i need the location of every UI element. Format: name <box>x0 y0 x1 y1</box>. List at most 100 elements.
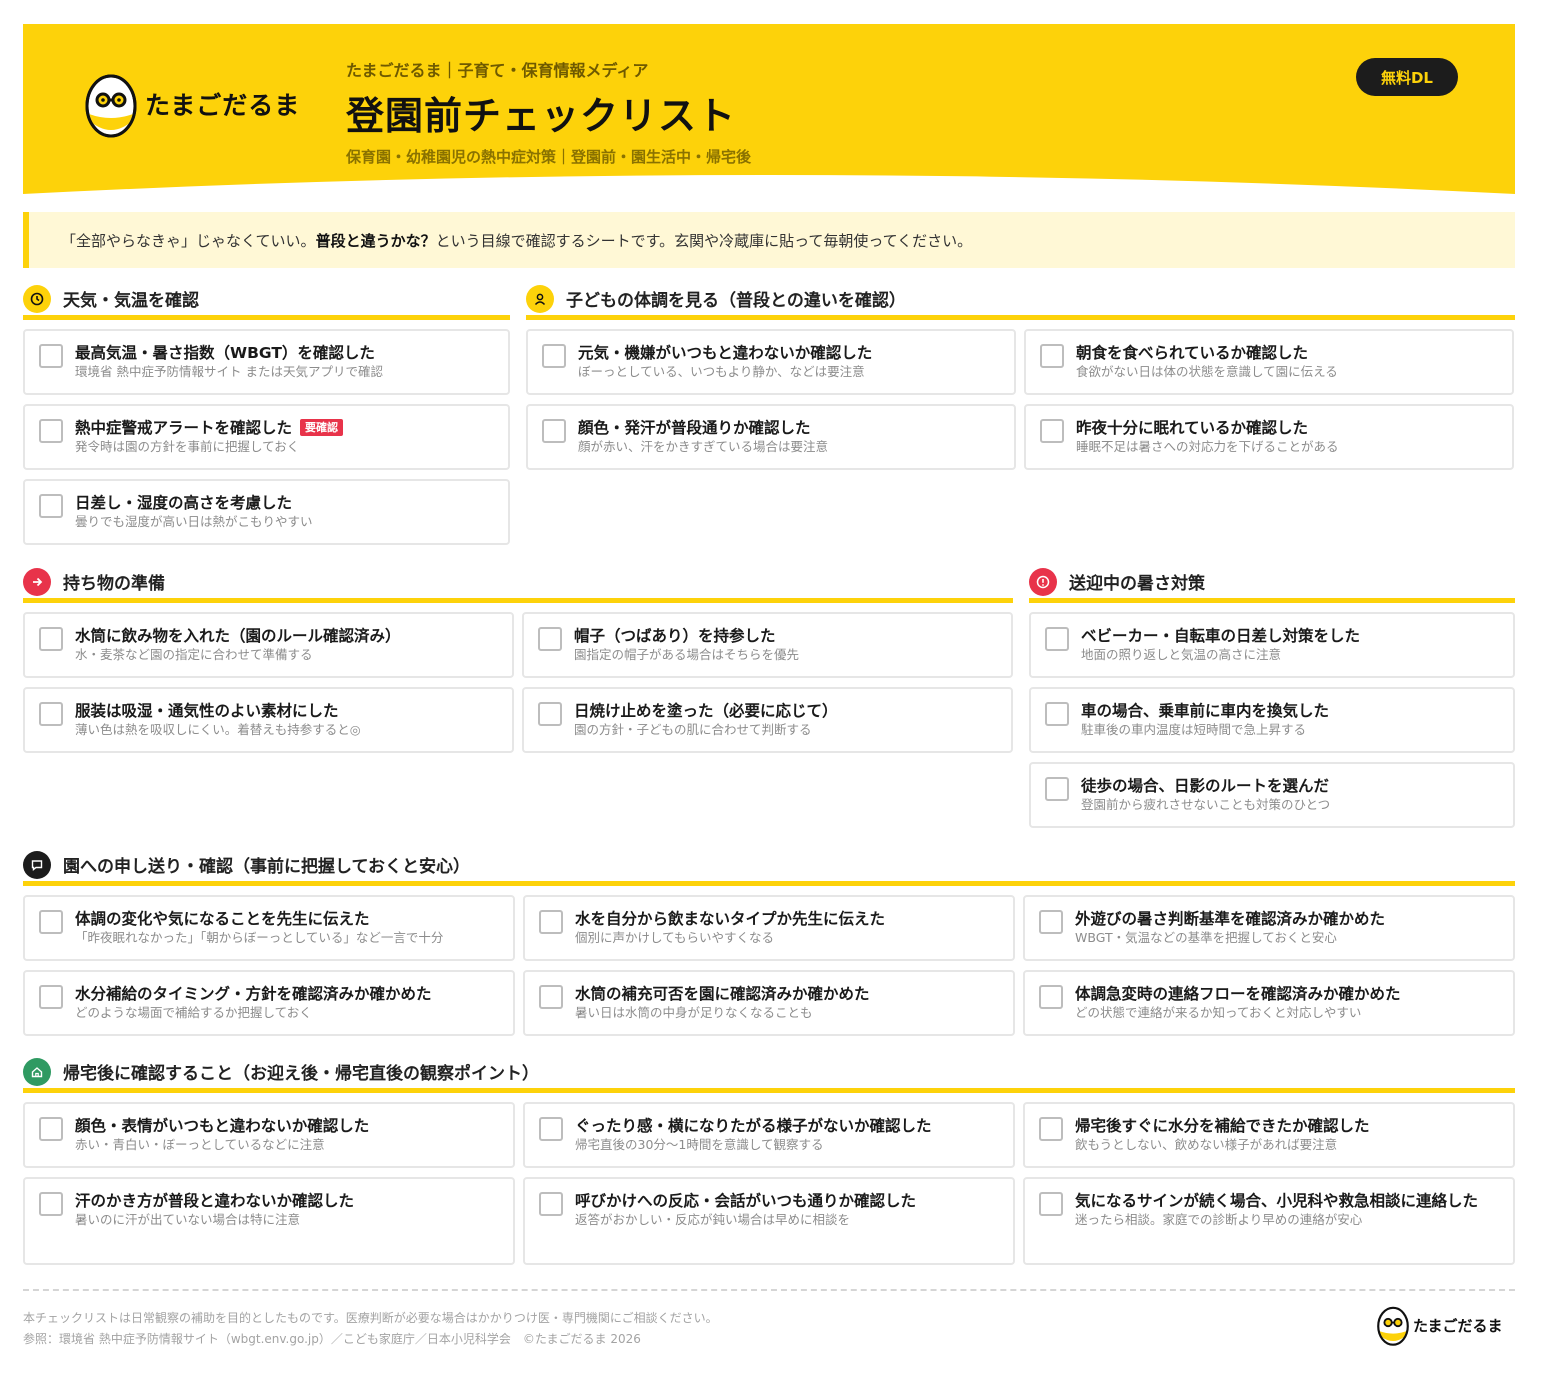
checklist-item[interactable]: 日焼け止めを塗った（必要に応じて） 園の方針・子どもの肌に合わせて判断する <box>522 687 1013 753</box>
item-title: 車の場合、乗車前に車内を換気した <box>1081 702 1330 720</box>
checkbox[interactable] <box>1039 985 1063 1009</box>
item-title-text: 熱中症警戒アラートを確認した <box>75 419 293 437</box>
checkbox[interactable] <box>538 702 562 726</box>
egg-mascot-icon <box>1377 1306 1409 1346</box>
checklist-item[interactable]: 外遊びの暑さ判断基準を確認済みか確かめた WBGT・気温などの基準を把握しておく… <box>1023 895 1515 961</box>
section-header: 帰宅後に確認すること（お迎え後・帰宅直後の観察ポイント） <box>23 1055 1515 1093</box>
checkbox[interactable] <box>1045 627 1069 651</box>
checklist-item[interactable]: 帰宅後すぐに水分を補給できたか確認した 飲もうとしない、飲めない様子があれば要注… <box>1023 1102 1515 1168</box>
checkbox[interactable] <box>542 419 566 443</box>
item-note: 発令時は園の方針を事前に把握しておく <box>75 439 300 454</box>
checklist-item[interactable]: 徒歩の場合、日影のルートを選んだ 登園前から疲れさせないことも対策のひとつ <box>1029 762 1515 828</box>
section-commute: 送迎中の暑さ対策 ベビーカー・自転車の日差し対策をした 地面の照り返しと気温の高… <box>1029 565 1515 828</box>
egg-mascot-icon <box>85 74 137 138</box>
section-header: 送迎中の暑さ対策 <box>1029 565 1515 603</box>
item-title: 日差し・湿度の高さを考慮した <box>75 494 293 512</box>
checkbox[interactable] <box>539 1192 563 1216</box>
checklist-item[interactable]: ぐったり感・横になりたがる様子がないか確認した 帰宅直後の30分〜1時間を意識し… <box>523 1102 1015 1168</box>
person-icon <box>526 284 554 313</box>
checkbox[interactable] <box>1039 910 1063 934</box>
footer-divider <box>23 1289 1515 1291</box>
checkbox[interactable] <box>1045 702 1069 726</box>
brand-logo[interactable]: たまごだるま <box>85 70 300 138</box>
checklist-item[interactable]: 顔色・発汗が普段通りか確認した 顔が赤い、汗をかきすぎている場合は要注意 <box>526 404 1016 470</box>
checklist-item[interactable]: 気になるサインが続く場合、小児科や救急相談に連絡した 迷ったら相談。家庭での診断… <box>1023 1177 1515 1265</box>
header: たまごだるま たまごだるま｜子育て・保育情報メディア 登園前チェックリスト 保育… <box>23 24 1515 204</box>
checkbox[interactable] <box>539 985 563 1009</box>
checkbox[interactable] <box>39 702 63 726</box>
required-badge: 要確認 <box>300 419 344 436</box>
item-note: 個別に声かけしてもらいやすくなる <box>575 930 775 945</box>
checklist-item[interactable]: 水を自分から飲まないタイプか先生に伝えた 個別に声かけしてもらいやすくなる <box>523 895 1015 961</box>
checkbox[interactable] <box>1040 419 1064 443</box>
checkbox[interactable] <box>1045 777 1069 801</box>
item-title: 水分補給のタイミング・方針を確認済みか確かめた <box>75 985 432 1003</box>
checkbox[interactable] <box>1039 1192 1063 1216</box>
home-icon <box>23 1057 51 1086</box>
footer-brand-logo[interactable]: たまごだるま <box>1377 1304 1503 1346</box>
checkbox[interactable] <box>39 1117 63 1141</box>
checklist-item[interactable]: 朝食を食べられているか確認した 食欲がない日は体の状態を意識して園に伝える <box>1024 329 1514 395</box>
section-title: 帰宅後に確認すること（お迎え後・帰宅直後の観察ポイント） <box>63 1064 539 1084</box>
item-note: 園の方針・子どもの肌に合わせて判断する <box>574 722 812 737</box>
item-note: どの状態で連絡が来るか知っておくと対応しやすい <box>1075 1005 1362 1020</box>
header-wave <box>23 175 1515 204</box>
checkbox[interactable] <box>539 1117 563 1141</box>
checklist-item[interactable]: 体調の変化や気になることを先生に伝えた 「昨夜眠れなかった」「朝からぼーっとして… <box>23 895 515 961</box>
checklist-item[interactable]: 水分補給のタイミング・方針を確認済みか確かめた どのような場面で補給するか把握し… <box>23 970 515 1036</box>
checklist-item[interactable]: 日差し・湿度の高さを考慮した 曇りでも湿度が高い日は熱がこもりやすい <box>23 479 510 545</box>
section-header: 子どもの体調を見る（普段との違いを確認） <box>526 282 1515 320</box>
checkbox[interactable] <box>39 627 63 651</box>
item-note: 返答がおかしい・反応が鈍い場合は早めに相談を <box>575 1212 851 1227</box>
item-title: 帰宅後すぐに水分を補給できたか確認した <box>1075 1117 1370 1135</box>
checkbox[interactable] <box>39 419 63 443</box>
checkbox[interactable] <box>39 910 63 934</box>
checklist-item[interactable]: 体調急変時の連絡フローを確認済みか確かめた どの状態で連絡が来るか知っておくと対… <box>1023 970 1515 1036</box>
download-button[interactable]: 無料DL <box>1356 58 1458 96</box>
item-title: 徒歩の場合、日影のルートを選んだ <box>1081 777 1330 795</box>
item-title: 昨夜十分に眠れているか確認した <box>1076 419 1309 437</box>
item-note: 曇りでも湿度が高い日は熱がこもりやすい <box>75 514 313 529</box>
checklist-item[interactable]: ベビーカー・自転車の日差し対策をした 地面の照り返しと気温の高さに注意 <box>1029 612 1515 678</box>
checklist-item[interactable]: 熱中症警戒アラートを確認した 要確認 発令時は園の方針を事前に把握しておく <box>23 404 510 470</box>
section-title: 持ち物の準備 <box>63 574 165 594</box>
item-note: 環境省 熱中症予防情報サイト または天気アプリで確認 <box>75 364 383 379</box>
checklist-item[interactable]: 呼びかけへの反応・会話がいつも通りか確認した 返答がおかしい・反応が鈍い場合は早… <box>523 1177 1015 1265</box>
checkbox[interactable] <box>538 627 562 651</box>
footer-disclaimer: 本チェックリストは日常観察の補助を目的としたものです。医療判断が必要な場合はかか… <box>23 1311 718 1325</box>
checklist-item[interactable]: 帽子（つばあり）を持参した 園指定の帽子がある場合はそちらを優先 <box>522 612 1013 678</box>
checkbox[interactable] <box>39 985 63 1009</box>
item-note: 帰宅直後の30分〜1時間を意識して観察する <box>575 1137 824 1152</box>
checkbox[interactable] <box>1039 1117 1063 1141</box>
brand-name: たまごだるま <box>145 91 301 120</box>
item-note: ぼーっとしている、いつもより静か、などは要注意 <box>578 364 865 379</box>
checkbox[interactable] <box>39 344 63 368</box>
checklist-item[interactable]: 車の場合、乗車前に車内を換気した 駐車後の車内温度は短時間で急上昇する <box>1029 687 1515 753</box>
checkbox[interactable] <box>39 1192 63 1216</box>
item-note: 飲もうとしない、飲めない様子があれば要注意 <box>1075 1137 1338 1152</box>
checklist-page: たまごだるま たまごだるま｜子育て・保育情報メディア 登園前チェックリスト 保育… <box>23 24 1515 1346</box>
checkbox[interactable] <box>542 344 566 368</box>
item-title: 水筒に飲み物を入れた（園のルール確認済み） <box>75 627 401 645</box>
speech-bubble-icon <box>23 850 51 879</box>
checkbox[interactable] <box>39 494 63 518</box>
item-note: 赤い・青白い・ぼーっとしているなどに注意 <box>75 1137 325 1152</box>
checkbox[interactable] <box>539 910 563 934</box>
checklist-item[interactable]: 服装は吸湿・通気性のよい素材にした 薄い色は熱を吸収しにくい。着替えも持参すると… <box>23 687 514 753</box>
checklist-item[interactable]: 水筒の補充可否を園に確認済みか確かめた 暑い日は水筒の中身が足りなくなることも <box>523 970 1015 1036</box>
intro-text-before: 「全部やらなきゃ」じゃなくていい。 <box>61 231 316 250</box>
checklist-item[interactable]: 水筒に飲み物を入れた（園のルール確認済み） 水・麦茶など園の指定に合わせて準備す… <box>23 612 514 678</box>
section-belongings: 持ち物の準備 水筒に飲み物を入れた（園のルール確認済み） 水・麦茶など園の指定に… <box>23 565 1013 753</box>
checkbox[interactable] <box>1040 344 1064 368</box>
checklist-item[interactable]: 最高気温・暑さ指数（WBGT）を確認した 環境省 熱中症予防情報サイト または天… <box>23 329 510 395</box>
item-title: ベビーカー・自転車の日差し対策をした <box>1081 627 1361 645</box>
item-title: 帽子（つばあり）を持参した <box>574 627 776 645</box>
checklist-item[interactable]: 昨夜十分に眠れているか確認した 睡眠不足は暑さへの対応力を下げることがある <box>1024 404 1514 470</box>
item-note: WBGT・気温などの基準を把握しておくと安心 <box>1075 930 1337 945</box>
checklist-item[interactable]: 元気・機嫌がいつもと違わないか確認した ぼーっとしている、いつもより静か、などは… <box>526 329 1016 395</box>
section-after-home: 帰宅後に確認すること（お迎え後・帰宅直後の観察ポイント） 顔色・表情がいつもと違… <box>23 1055 1515 1265</box>
checklist-item[interactable]: 汗のかき方が普段と違わないか確認した 暑いのに汗が出ていない場合は特に注意 <box>23 1177 515 1265</box>
checklist-item[interactable]: 顔色・表情がいつもと違わないか確認した 赤い・青白い・ぼーっとしているなどに注意 <box>23 1102 515 1168</box>
section-handover: 園への申し送り・確認（事前に把握しておくと安心） 体調の変化や気になることを先生… <box>23 848 1515 1036</box>
item-title: 気になるサインが続く場合、小児科や救急相談に連絡した <box>1075 1192 1479 1210</box>
